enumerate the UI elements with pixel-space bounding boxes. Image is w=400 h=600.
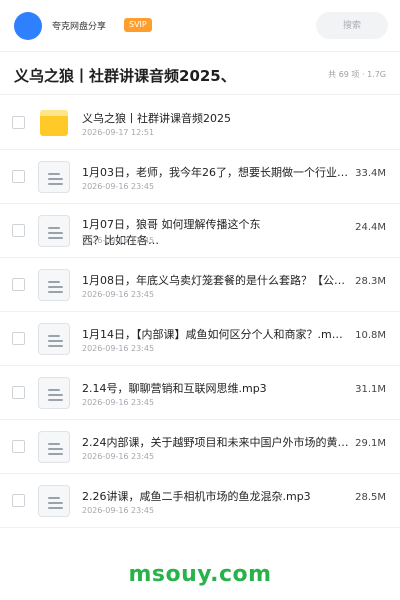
file-name: 1月14日，【内部课】咸鱼如何区分个人和商家？.m… [82,328,343,341]
list-item[interactable]: 1月03日，老师，我今年26了，想要长期做一个行业… 2026-09-16 23… [0,150,400,204]
list-item[interactable]: 2.26讲课，咸鱼二手相机市场的鱼龙混杂.mp3 2026-09-16 23:4… [0,474,400,528]
file-date: 2026-09-16 23:45 [82,290,155,299]
document-icon [38,215,70,247]
document-icon [38,161,70,193]
file-name: 2.14号，聊聊营销和互联网思维.mp3 [82,382,267,395]
app-header: 夸克网盘分享 SVIP [0,0,400,52]
row-checkbox[interactable] [12,440,25,453]
file-size: 24.4M [355,222,386,233]
file-size: 29.1M [355,438,386,449]
file-date: 2026-09-16 23:45 [82,236,155,245]
file-date: 2026-09-16 23:45 [82,452,155,461]
document-icon [38,377,70,409]
file-size: 10.8M [355,330,386,341]
file-date: 2026-09-16 23:45 [82,182,155,191]
file-size: 33.4M [355,168,386,179]
document-icon [38,485,70,517]
row-checkbox[interactable] [12,386,25,399]
list-item[interactable]: 2.24内部课，关于越野项目和未来中国户外市场的黄… 2026-09-16 23… [0,420,400,474]
file-name: 义乌之狼丨社群讲课音频2025 [82,112,231,125]
file-size: 31.1M [355,384,386,395]
file-name: 2.26讲课，咸鱼二手相机市场的鱼龙混杂.mp3 [82,490,311,503]
folder-titlebar: 义乌之狼丨社群讲课音频2025、 共 69 项 · 1.7G [0,53,400,95]
item-summary: 共 69 项 · 1.7G [328,70,386,79]
row-checkbox[interactable] [12,278,25,291]
file-date: 2026-09-17 12:51 [82,128,155,137]
document-icon [38,431,70,463]
document-icon [38,269,70,301]
file-size: 28.5M [355,492,386,503]
avatar[interactable] [14,12,42,40]
file-name: 2.24内部课，关于越野项目和未来中国户外市场的黄… [82,436,349,449]
brand-name: 夸克网盘分享 [52,22,107,32]
file-list: 义乌之狼丨社群讲课音频2025 2026-09-17 12:51 1月03日，老… [0,96,400,528]
folder-icon [38,107,70,139]
file-date: 2026-09-16 23:45 [82,506,155,515]
file-name: 1月03日，老师，我今年26了，想要长期做一个行业… [82,166,348,179]
row-checkbox[interactable] [12,224,25,237]
file-date: 2026-09-16 23:45 [82,344,155,353]
page-title: 义乌之狼丨社群讲课音频2025、 [14,67,236,85]
row-checkbox[interactable] [12,170,25,183]
file-size: 28.3M [355,276,386,287]
file-name: 1月08日，年底义乌卖灯笼套餐的是什么套路？【公重… [82,274,350,287]
row-checkbox[interactable] [12,332,25,345]
list-item[interactable]: 1月07日，狼哥 如何理解传播这个东西？比如在各… 2026-09-16 23:… [0,204,400,258]
search-input[interactable] [316,12,388,39]
watermark-text: msouy.com [128,562,272,587]
list-item[interactable]: 义乌之狼丨社群讲课音频2025 2026-09-17 12:51 [0,96,400,150]
document-icon [38,323,70,355]
row-checkbox[interactable] [12,116,25,129]
svip-badge: SVIP [124,18,152,32]
list-item[interactable]: 1月14日，【内部课】咸鱼如何区分个人和商家？.m… 2026-09-16 23… [0,312,400,366]
row-checkbox[interactable] [12,494,25,507]
list-item[interactable]: 2.14号，聊聊营销和互联网思维.mp3 2026-09-16 23:45 31… [0,366,400,420]
file-date: 2026-09-16 23:45 [82,398,155,407]
list-item[interactable]: 1月08日，年底义乌卖灯笼套餐的是什么套路？【公重… 2026-09-16 23… [0,258,400,312]
